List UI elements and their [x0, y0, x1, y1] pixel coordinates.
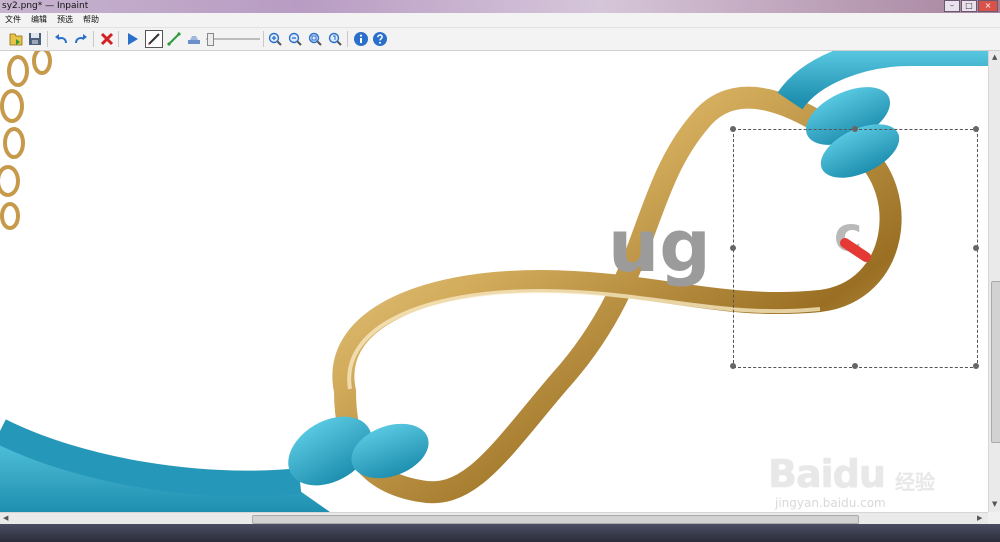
zoom-in-icon: [268, 32, 282, 46]
scroll-right-arrow[interactable]: ▶: [977, 514, 982, 522]
run-button[interactable]: [123, 30, 141, 48]
info-button[interactable]: [352, 30, 370, 48]
scroll-down-arrow[interactable]: ▼: [992, 500, 997, 508]
minimize-button[interactable]: –: [944, 0, 960, 12]
help-button[interactable]: [371, 30, 389, 48]
watermark-text: ug: [608, 204, 711, 288]
selection-handle-bottom[interactable]: [852, 363, 858, 369]
baidu-watermark-suffix: 经验: [895, 470, 935, 494]
selection-handle-top[interactable]: [852, 126, 858, 132]
brush-size-slider[interactable]: [206, 33, 260, 46]
open-icon: [9, 33, 23, 46]
horizontal-scroll-thumb[interactable]: [252, 515, 859, 524]
redo-button[interactable]: [72, 30, 90, 48]
clear-selection-button[interactable]: [98, 30, 116, 48]
baidu-watermark-url: jingyan.baidu.com: [775, 496, 886, 510]
zoom-actual-icon: [328, 32, 342, 46]
toolbar: [0, 28, 1000, 51]
eraser-icon: [188, 36, 200, 44]
window-title: sy2.png* — Inpaint: [2, 1, 89, 11]
taskbar: [0, 524, 1000, 542]
save-button[interactable]: [26, 30, 44, 48]
undo-button[interactable]: [52, 30, 70, 48]
clear-selection-icon: [100, 32, 114, 46]
window-controls: – □ ×: [943, 0, 998, 12]
image-canvas[interactable]: ug c Baidu 经验 jingyan.baidu.com: [0, 51, 988, 512]
zoom-out-button[interactable]: [286, 30, 304, 48]
baidu-watermark: Baidu: [768, 452, 886, 496]
selection-handle-right[interactable]: [973, 245, 979, 251]
line-button[interactable]: [165, 30, 183, 48]
menu-edit[interactable]: 编辑: [26, 13, 52, 27]
undo-icon: [55, 34, 67, 44]
marker-button[interactable]: [145, 30, 163, 48]
selection-handle-bottom-right[interactable]: [973, 363, 979, 369]
scroll-up-arrow[interactable]: ▲: [992, 53, 997, 61]
menu-bar: 文件 编辑 预选 帮助: [0, 13, 1000, 28]
selection-handle-top-left[interactable]: [730, 126, 736, 132]
eraser-button[interactable]: [185, 30, 203, 48]
chain: [0, 51, 52, 230]
zoom-fit-button[interactable]: [306, 30, 324, 48]
open-button[interactable]: [7, 30, 25, 48]
selection-rectangle[interactable]: [733, 129, 978, 368]
inpaint-window: sy2.png* — Inpaint – □ × 文件 编辑 预选 帮助 ug …: [0, 0, 1000, 542]
vertical-scroll-thumb[interactable]: [991, 281, 1000, 443]
vertical-scrollbar[interactable]: ▲ ▼: [988, 51, 1000, 512]
selection-handle-bottom-left[interactable]: [730, 363, 736, 369]
blue-cord-bottom-left: [0, 416, 429, 512]
zoom-out-icon: [288, 32, 302, 46]
zoom-fit-icon: [308, 32, 322, 46]
menu-help[interactable]: 帮助: [78, 13, 104, 27]
line-icon: [167, 32, 181, 46]
close-button[interactable]: ×: [978, 0, 998, 12]
maximize-button[interactable]: □: [961, 0, 977, 12]
help-icon: [373, 32, 387, 46]
zoom-in-button[interactable]: [266, 30, 284, 48]
title-bar[interactable]: sy2.png* — Inpaint – □ ×: [0, 0, 1000, 13]
menu-file[interactable]: 文件: [0, 13, 26, 27]
selection-handle-top-right[interactable]: [973, 126, 979, 132]
run-icon: [128, 33, 138, 45]
scroll-left-arrow[interactable]: ◀: [3, 514, 8, 522]
redo-icon: [75, 34, 87, 44]
info-icon: [354, 32, 368, 46]
selection-handle-left[interactable]: [730, 245, 736, 251]
marker-icon: [148, 33, 160, 45]
menu-preselect[interactable]: 预选: [52, 13, 78, 27]
slider-thumb[interactable]: [207, 33, 214, 46]
zoom-actual-button[interactable]: [326, 30, 344, 48]
save-icon: [29, 33, 41, 45]
